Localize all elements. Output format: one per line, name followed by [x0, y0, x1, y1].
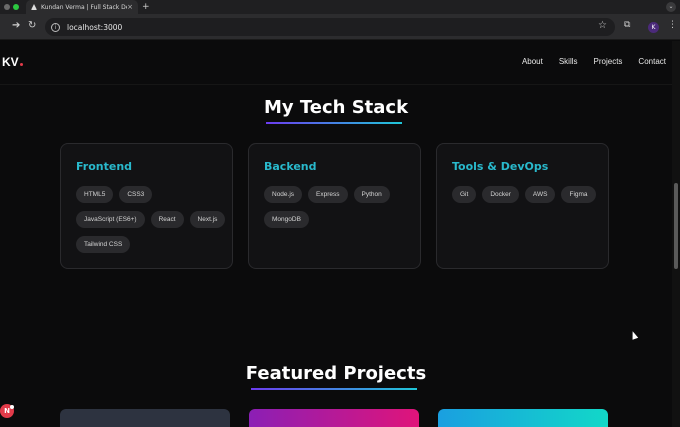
extensions-icon[interactable]: ⧉ — [624, 20, 630, 30]
project-card-3[interactable] — [438, 409, 608, 427]
window-maximize-dot[interactable] — [13, 4, 19, 10]
browser-menu-icon[interactable]: ⋮ — [668, 20, 677, 30]
badge-notification-dot — [10, 405, 14, 409]
browser-tabstrip: Kundan Verma | Full Stack De × + ⌄ — [0, 0, 680, 14]
skill-chip: Figma — [561, 186, 596, 203]
reload-icon[interactable]: ↻ — [28, 20, 36, 31]
logo-dot — [19, 63, 23, 66]
chip-list: HTML5 CSS3 JavaScript (ES6+) React Next.… — [76, 186, 226, 253]
nav-link-about[interactable]: About — [522, 57, 543, 66]
nav-links: About Skills Projects Contact — [522, 57, 666, 66]
vercel-icon — [31, 4, 37, 10]
tech-stack-underline — [266, 122, 402, 124]
skill-chip: Tailwind CSS — [76, 236, 131, 253]
skill-chip: Node.js — [264, 186, 303, 203]
browser-tab-active[interactable]: Kundan Verma | Full Stack De × — [26, 0, 138, 14]
scrollbar-thumb[interactable] — [674, 183, 678, 269]
skill-chip: Python — [353, 186, 390, 203]
nav-link-skills[interactable]: Skills — [559, 57, 578, 66]
skill-chip: CSS3 — [119, 186, 153, 203]
project-card-2[interactable] — [249, 409, 419, 427]
browser-toolbar: ➔ ↻ i localhost:3000 ☆ ⧉ K ⋮ — [0, 14, 680, 40]
card-frontend: Frontend HTML5 CSS3 JavaScript (ES6+) Re… — [60, 143, 233, 269]
skill-chip: Next.js — [189, 211, 226, 228]
window-close-dot[interactable] — [4, 4, 10, 10]
card-title: Backend — [264, 160, 317, 173]
nav-link-projects[interactable]: Projects — [594, 57, 623, 66]
tech-stack-title: My Tech Stack — [263, 97, 409, 118]
skill-chip: React — [150, 211, 184, 228]
skill-chip: MongoDB — [264, 211, 309, 228]
mouse-cursor-icon — [629, 330, 639, 340]
site-navbar: KV About Skills Projects Contact — [0, 41, 672, 85]
forward-icon[interactable]: ➔ — [12, 20, 20, 31]
card-title: Frontend — [76, 160, 133, 173]
site-info-icon[interactable]: i — [51, 22, 60, 32]
new-tab-button[interactable]: + — [142, 0, 150, 14]
featured-projects-underline — [251, 388, 417, 390]
url-text[interactable]: localhost:3000 — [67, 23, 122, 32]
bookmark-star-icon[interactable]: ☆ — [598, 20, 607, 31]
skill-chip: JavaScript (ES6+) — [76, 211, 145, 228]
skill-chip: Docker — [482, 186, 519, 203]
tab-title: Kundan Verma | Full Stack De — [41, 3, 128, 11]
skill-chip: HTML5 — [76, 186, 114, 203]
page-viewport: KV About Skills Projects Contact My Tech… — [0, 41, 672, 427]
project-card-1[interactable] — [60, 409, 230, 427]
skill-chip: AWS — [524, 186, 556, 203]
card-backend: Backend Node.js Express Python MongoDB — [248, 143, 421, 269]
featured-projects-title: Featured Projects — [245, 363, 427, 384]
chip-list: Git Docker AWS Figma — [452, 186, 602, 203]
site-logo[interactable]: KV — [2, 55, 23, 69]
address-bar[interactable]: i localhost:3000 ☆ — [45, 18, 615, 36]
nav-link-contact[interactable]: Contact — [638, 57, 666, 66]
card-tools-devops: Tools & DevOps Git Docker AWS Figma — [436, 143, 609, 269]
tab-search-icon[interactable]: ⌄ — [666, 2, 676, 12]
page-scrollbar[interactable] — [672, 41, 680, 427]
chip-list: Node.js Express Python MongoDB — [264, 186, 414, 228]
skill-chip: Express — [308, 186, 348, 203]
skill-chip: Git — [452, 186, 477, 203]
profile-avatar[interactable]: K — [648, 22, 659, 33]
card-title: Tools & DevOps — [452, 160, 549, 173]
tab-close-icon[interactable]: × — [127, 3, 133, 11]
